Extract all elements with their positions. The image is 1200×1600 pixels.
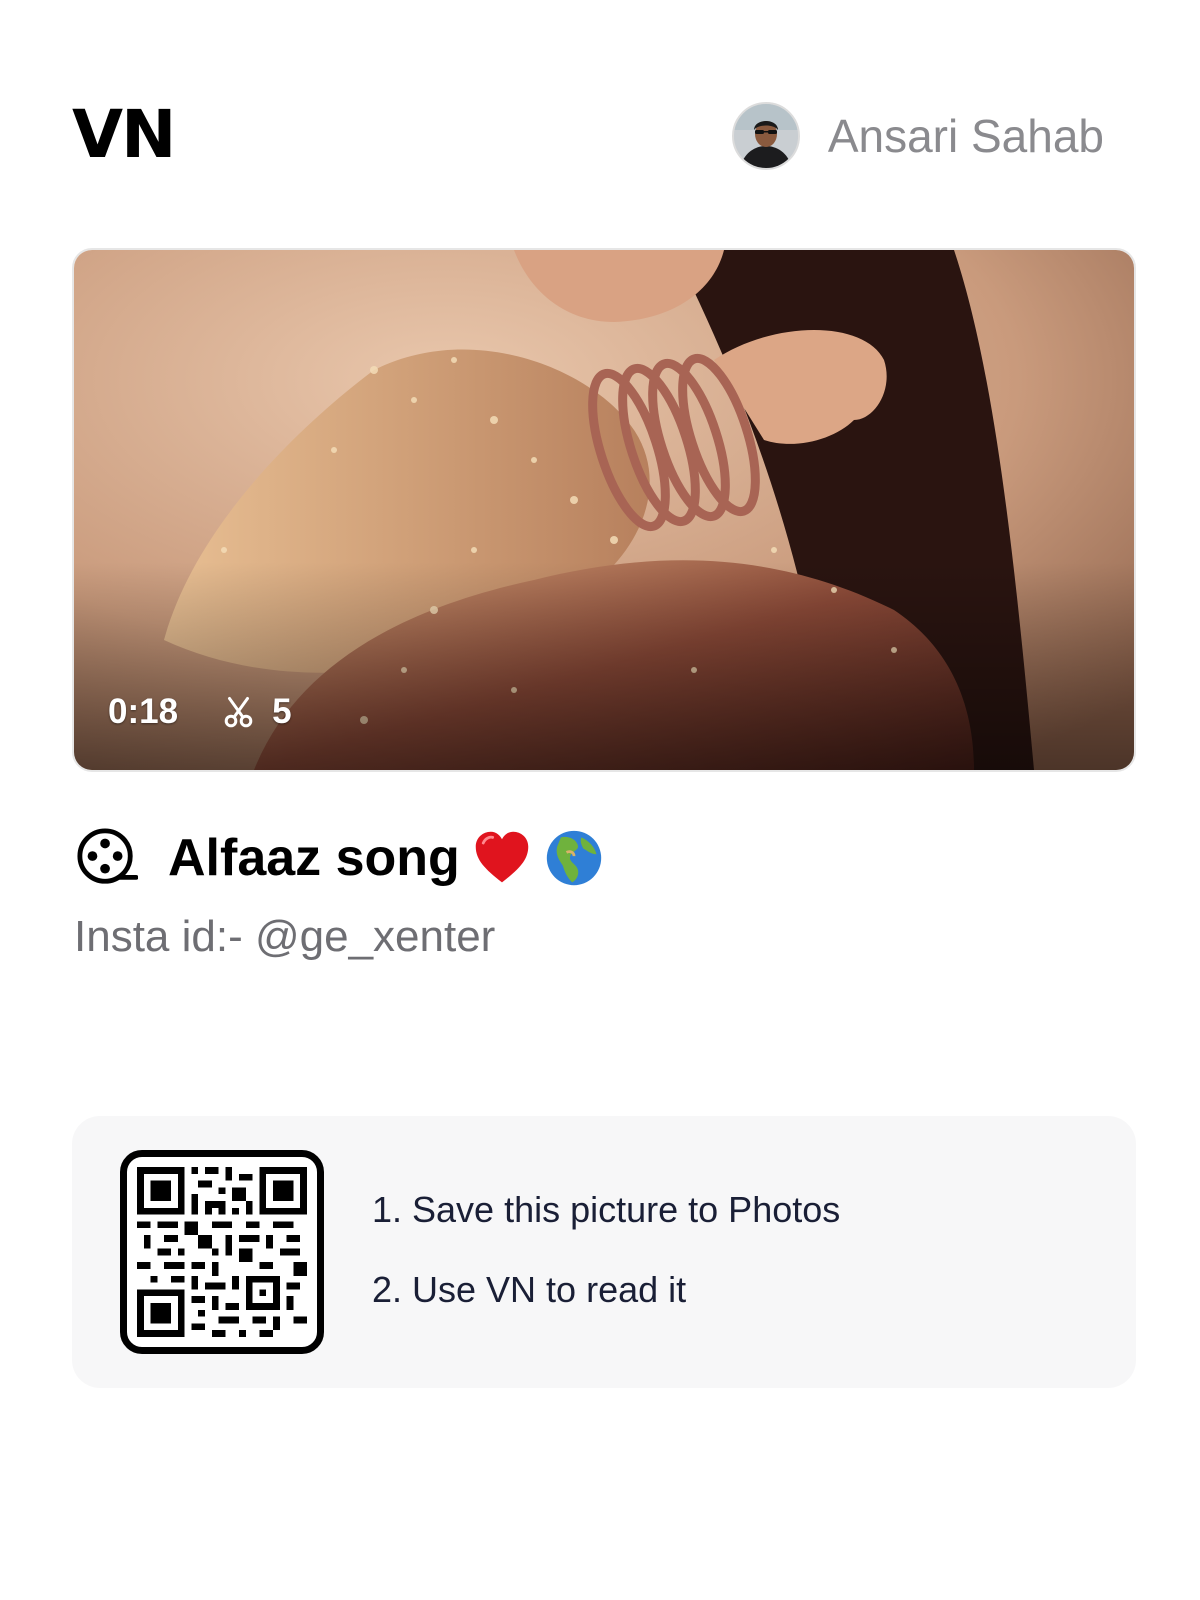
avatar[interactable] xyxy=(731,102,800,170)
author-profile[interactable]: Ansari Sahab xyxy=(731,100,1104,172)
qr-code xyxy=(120,1150,324,1354)
project-subtitle: Insta id:- @ge_xenter xyxy=(74,912,496,961)
video-thumbnail[interactable]: 0:18 5 xyxy=(72,248,1136,772)
video-duration: 0:18 xyxy=(108,692,179,731)
globe-europe-africa-icon xyxy=(546,830,602,886)
profile-photo-icon xyxy=(733,104,798,168)
red-heart-icon xyxy=(475,831,529,883)
author-name[interactable]: Ansari Sahab xyxy=(828,109,1104,163)
scissors-icon xyxy=(224,697,253,728)
clip-count: 5 xyxy=(272,692,292,731)
step-use-vn: 2. Use VN to read it xyxy=(372,1269,687,1310)
video-meta: 0:18 5 xyxy=(108,692,292,732)
film-reel-icon xyxy=(77,828,138,884)
step-save-picture: 1. Save this picture to Photos xyxy=(372,1189,841,1230)
project-title: Alfaaz song xyxy=(168,829,460,887)
vn-logo: VN xyxy=(72,96,176,173)
project-title-row: Alfaaz song xyxy=(76,826,604,890)
qr-code-icon xyxy=(137,1167,307,1337)
instruction-steps: 1. Save this picture to Photos 2. Use VN… xyxy=(372,1188,840,1312)
qr-instructions-card: 1. Save this picture to Photos 2. Use VN… xyxy=(72,1116,1136,1388)
